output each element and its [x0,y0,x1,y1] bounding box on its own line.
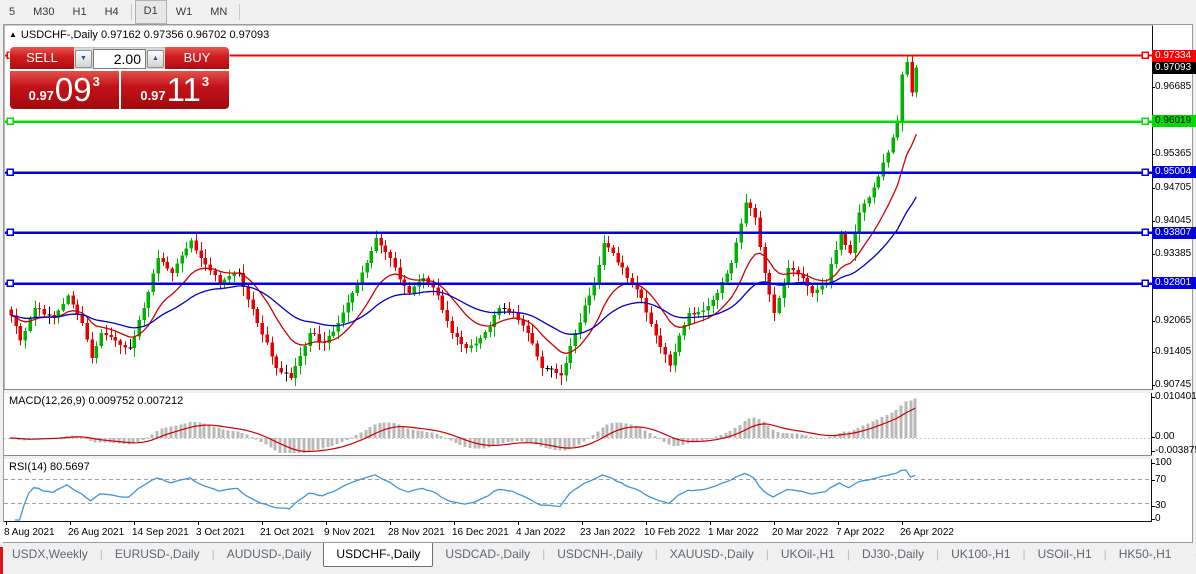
date-label: 14 Sep 2021 [132,527,189,538]
date-axis[interactable]: 8 Aug 2021 26 Aug 2021 14 Sep 2021 3 Oct 20… [0,522,1150,542]
ask-price-big-digits: 11 [167,73,201,107]
chart-tab-usoil-h1[interactable]: USOil-,H1 [1026,543,1104,566]
chart-tab-xauusd-daily[interactable]: XAUUSD-,Daily [658,543,766,566]
application-window: 5M30H1H4 D1W1MN ▲ USDCHF-,Daily 0.97162 0.… [0,0,1196,574]
date-label: 8 Aug 2021 [4,527,55,538]
volume-decrease-button[interactable]: ▼ [75,50,92,68]
date-label: 23 Jan 2022 [580,527,635,538]
chart-ohlc-values: 0.97162 0.97356 0.96702 0.97093 [101,29,269,41]
date-tick [454,522,455,525]
date-label: 9 Nov 2021 [324,527,375,538]
chart-tab-usdx-weekly[interactable]: USDX,Weekly [0,543,100,566]
date-tick [838,522,839,525]
toolbar-separator [131,4,132,20]
timeframe-button-h4[interactable]: H4 [96,1,128,23]
chart-tab-audusd-daily[interactable]: AUDUSD-,Daily [215,543,324,566]
ask-price-prefix: 0.97 [140,88,165,103]
toolbar-separator [239,4,240,20]
timeframe-button-5[interactable]: 5 [0,1,24,23]
volume-input[interactable]: 2.00 [93,49,146,69]
chart-tab-ukoil-h1[interactable]: UKOil-,H1 [769,543,847,566]
chart-title: ▲ USDCHF-,Daily 0.97162 0.97356 0.96702 0… [9,29,269,41]
date-label: 16 Dec 2021 [452,527,509,538]
timeframe-button-d1[interactable]: D1 [135,0,167,24]
rsi-label: RSI(14) 80.5697 [9,461,90,473]
chart-tab-bar: USDX,Weekly|EURUSD-,Daily|AUDUSD-,DailyU… [0,543,1196,574]
chart-tab-dj30-daily[interactable]: DJ30-,Daily [850,543,936,566]
timeframe-button-w1[interactable]: W1 [167,1,202,23]
buy-button[interactable]: BUY [165,47,229,69]
one-click-trading-panel: SELL ▼ 2.00 ▲ BUY 0.97 09 3 0.97 11 3 [10,47,229,109]
date-tick [518,522,519,525]
chevron-down-icon: ▼ [80,55,87,62]
date-tick [326,522,327,525]
date-label: 3 Oct 2021 [196,527,245,538]
bid-price-pipette: 3 [93,74,100,89]
date-label: 4 Jan 2022 [516,527,566,538]
docked-window-indicator [0,547,3,574]
ask-price-pipette: 3 [202,74,209,89]
sell-button[interactable]: SELL [10,47,74,69]
date-label: 1 Mar 2022 [708,527,759,538]
macd-label: MACD(12,26,9) 0.009752 0.007212 [9,395,183,407]
timeframe-button-mn[interactable]: MN [201,1,236,23]
ask-price-button[interactable]: 0.97 11 3 [121,71,230,109]
chart-tab-usdchf-daily[interactable]: USDCHF-,Daily [323,543,433,567]
date-tick [390,522,391,525]
date-tick [582,522,583,525]
date-tick [6,522,7,525]
date-tick [70,522,71,525]
date-tick [710,522,711,525]
date-label: 21 Oct 2021 [260,527,314,538]
chart-tab-usdcnh-daily[interactable]: USDCNH-,Daily [545,543,654,566]
chart-symbol-label: USDCHF-,Daily [21,29,98,41]
date-tick [902,522,903,525]
chevron-up-icon: ▲ [152,55,159,62]
date-tick [134,522,135,525]
chart-tab-eurusd-daily[interactable]: EURUSD-,Daily [103,543,212,566]
chart-tab-usdcad-daily[interactable]: USDCAD-,Daily [433,543,542,566]
timeframe-toolbar: 5M30H1H4 D1W1MN [0,0,1196,23]
date-label: 20 Mar 2022 [772,527,828,538]
date-tick [262,522,263,525]
chart-tab-hk50-h1[interactable]: HK50-,H1 [1107,543,1184,566]
date-label: 10 Feb 2022 [644,527,700,538]
bid-price-big-digits: 09 [55,73,92,107]
date-tick [646,522,647,525]
tab-scroll-arrows: ◄► [1183,543,1196,566]
date-tick [198,522,199,525]
date-tick [774,522,775,525]
volume-increase-button[interactable]: ▲ [147,50,164,68]
timeframe-button-m30[interactable]: M30 [24,1,63,23]
rsi-indicator-canvas[interactable] [4,459,1152,522]
date-label: 7 Apr 2022 [836,527,884,538]
volume-spinner: ▼ 2.00 ▲ [74,47,165,69]
date-label: 26 Apr 2022 [900,527,954,538]
bid-price-prefix: 0.97 [29,88,54,103]
bid-price-button[interactable]: 0.97 09 3 [10,71,119,109]
timeframe-button-h1[interactable]: H1 [64,1,96,23]
chart-tab-uk100-h1[interactable]: UK100-,H1 [939,543,1022,566]
date-label: 26 Aug 2021 [68,527,124,538]
date-label: 28 Nov 2021 [388,527,445,538]
collapse-arrow-icon[interactable]: ▲ [9,30,17,39]
